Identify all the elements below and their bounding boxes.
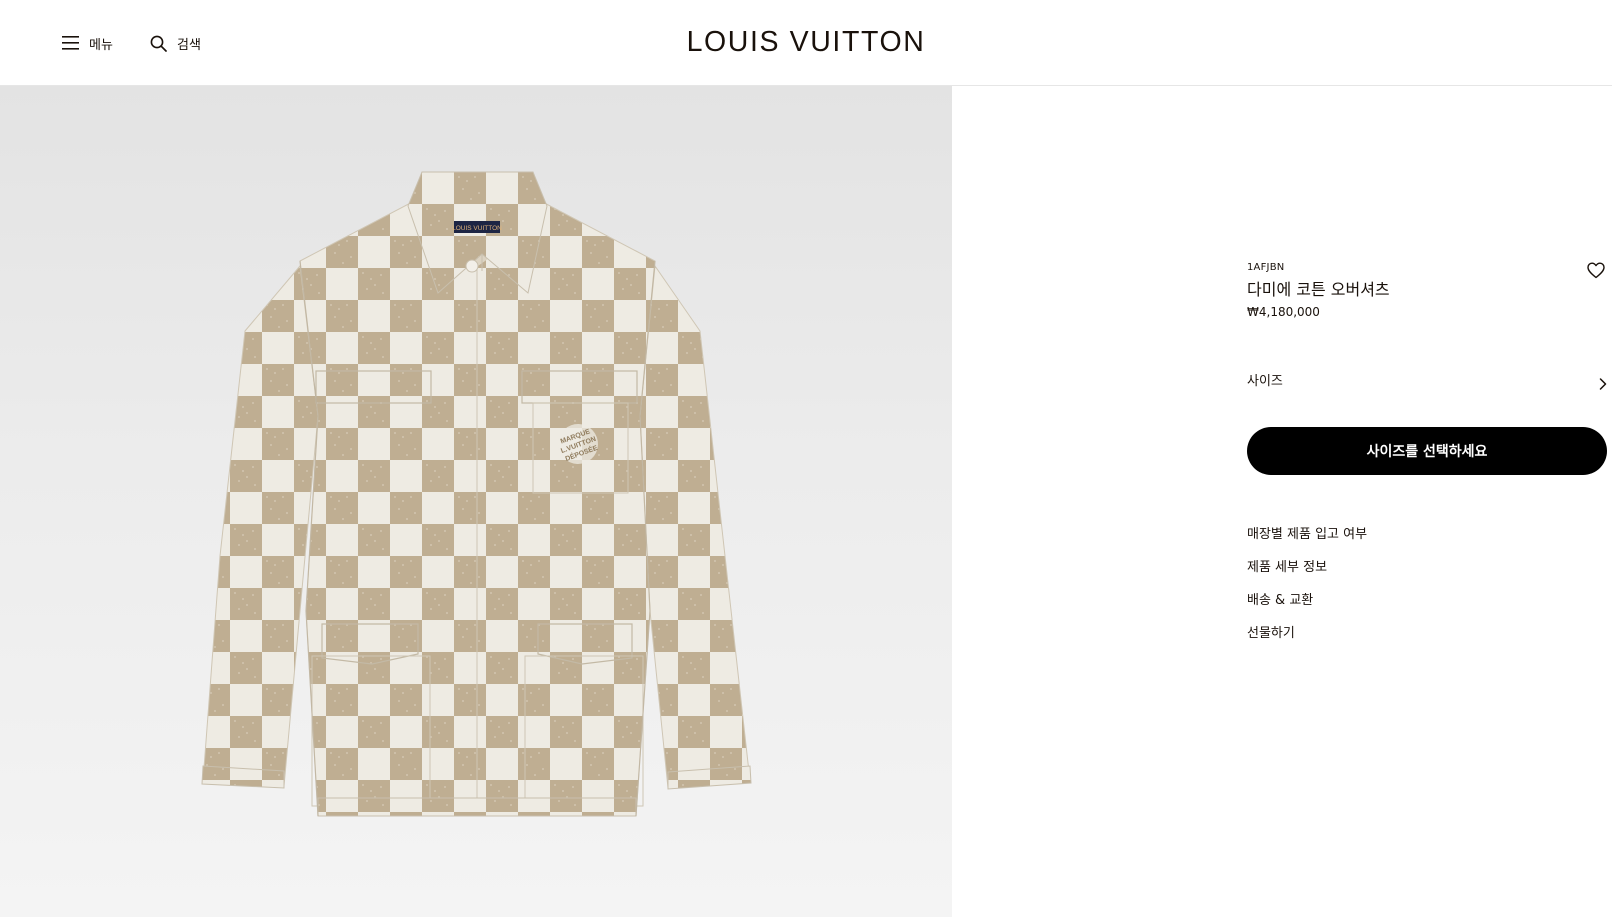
link-gift[interactable]: 선물하기	[1247, 624, 1607, 657]
hamburger-icon	[62, 36, 79, 50]
size-selector[interactable]: 사이즈	[1247, 371, 1607, 393]
menu-label: 메뉴	[89, 37, 113, 53]
link-product-details[interactable]: 제품 세부 정보	[1247, 558, 1607, 591]
brand-logo[interactable]: LOUIS VUITTON	[656, 24, 956, 60]
search-button[interactable]: 검색	[150, 28, 201, 58]
product-sku: 1AFJBN	[1247, 262, 1285, 273]
menu-button[interactable]: 메뉴	[62, 28, 113, 58]
product-info: 1AFJBN 다미에 코튼 오버셔츠 ₩4,180,000 사이즈 사이즈를 선…	[1247, 261, 1607, 657]
search-icon	[150, 35, 167, 52]
chevron-right-icon	[1599, 376, 1607, 398]
select-size-button[interactable]: 사이즈를 선택하세요	[1247, 427, 1607, 475]
product-title: 다미에 코튼 오버셔츠	[1247, 280, 1390, 299]
heart-icon[interactable]	[1587, 262, 1607, 282]
product-price: ₩4,180,000	[1247, 305, 1320, 319]
search-label: 검색	[177, 37, 201, 53]
product-links: 매장별 제품 입고 여부 제품 세부 정보 배송 & 교환 선물하기	[1247, 525, 1607, 657]
link-shipping-returns[interactable]: 배송 & 교환	[1247, 591, 1607, 624]
size-label: 사이즈	[1247, 374, 1283, 389]
neck-label-text: LOUIS VUITTON	[452, 225, 502, 232]
link-store-availability[interactable]: 매장별 제품 입고 여부	[1247, 525, 1607, 558]
product-image[interactable]: LOUIS VUITTON MARQUE L.VUITTON DÉPOSÉE	[0, 86, 952, 917]
site-header: 메뉴 검색 LOUIS VUITTON	[0, 0, 1612, 86]
